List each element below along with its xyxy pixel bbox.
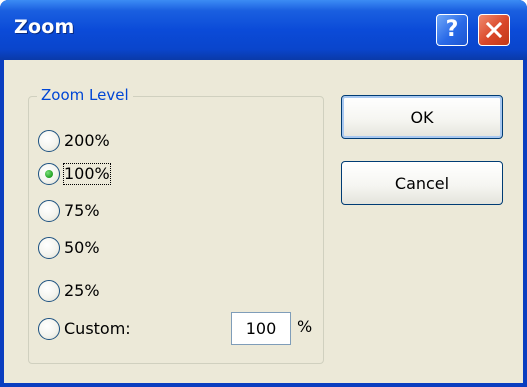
ok-button[interactable]: OK xyxy=(341,95,503,139)
help-icon: ? xyxy=(445,17,459,42)
custom-zoom-input[interactable] xyxy=(231,312,291,345)
zoom-level-group-label: Zoom Level xyxy=(37,86,133,104)
radio-button[interactable] xyxy=(38,318,60,340)
radio-button-selected[interactable] xyxy=(38,163,60,185)
dialog-title: Zoom xyxy=(14,16,75,38)
radio-button[interactable] xyxy=(38,280,60,302)
cancel-button[interactable]: Cancel xyxy=(341,161,503,205)
radio-label: 75% xyxy=(64,201,100,220)
radio-button[interactable] xyxy=(38,200,60,222)
zoom-dialog: Zoom ? Zoom Level 200% 100% 75% 50% 25% … xyxy=(0,0,527,387)
radio-label: 100% xyxy=(63,163,111,185)
radio-option-100[interactable]: 100% xyxy=(38,162,111,186)
radio-option-50[interactable]: 50% xyxy=(38,236,100,260)
help-button[interactable]: ? xyxy=(436,14,468,46)
radio-option-75[interactable]: 75% xyxy=(38,199,100,223)
radio-label: 25% xyxy=(64,281,100,300)
radio-option-200[interactable]: 200% xyxy=(38,129,110,153)
radio-button[interactable] xyxy=(38,237,60,259)
close-button[interactable] xyxy=(478,14,510,46)
custom-zoom-unit: % xyxy=(297,317,313,336)
radio-label: 50% xyxy=(64,238,100,257)
radio-button[interactable] xyxy=(38,130,60,152)
radio-option-custom[interactable]: Custom: xyxy=(38,317,131,341)
radio-label: 200% xyxy=(64,131,110,150)
radio-option-25[interactable]: 25% xyxy=(38,279,100,303)
title-bar[interactable]: Zoom ? xyxy=(0,0,527,60)
radio-label: Custom: xyxy=(64,319,131,338)
close-icon xyxy=(485,21,503,39)
